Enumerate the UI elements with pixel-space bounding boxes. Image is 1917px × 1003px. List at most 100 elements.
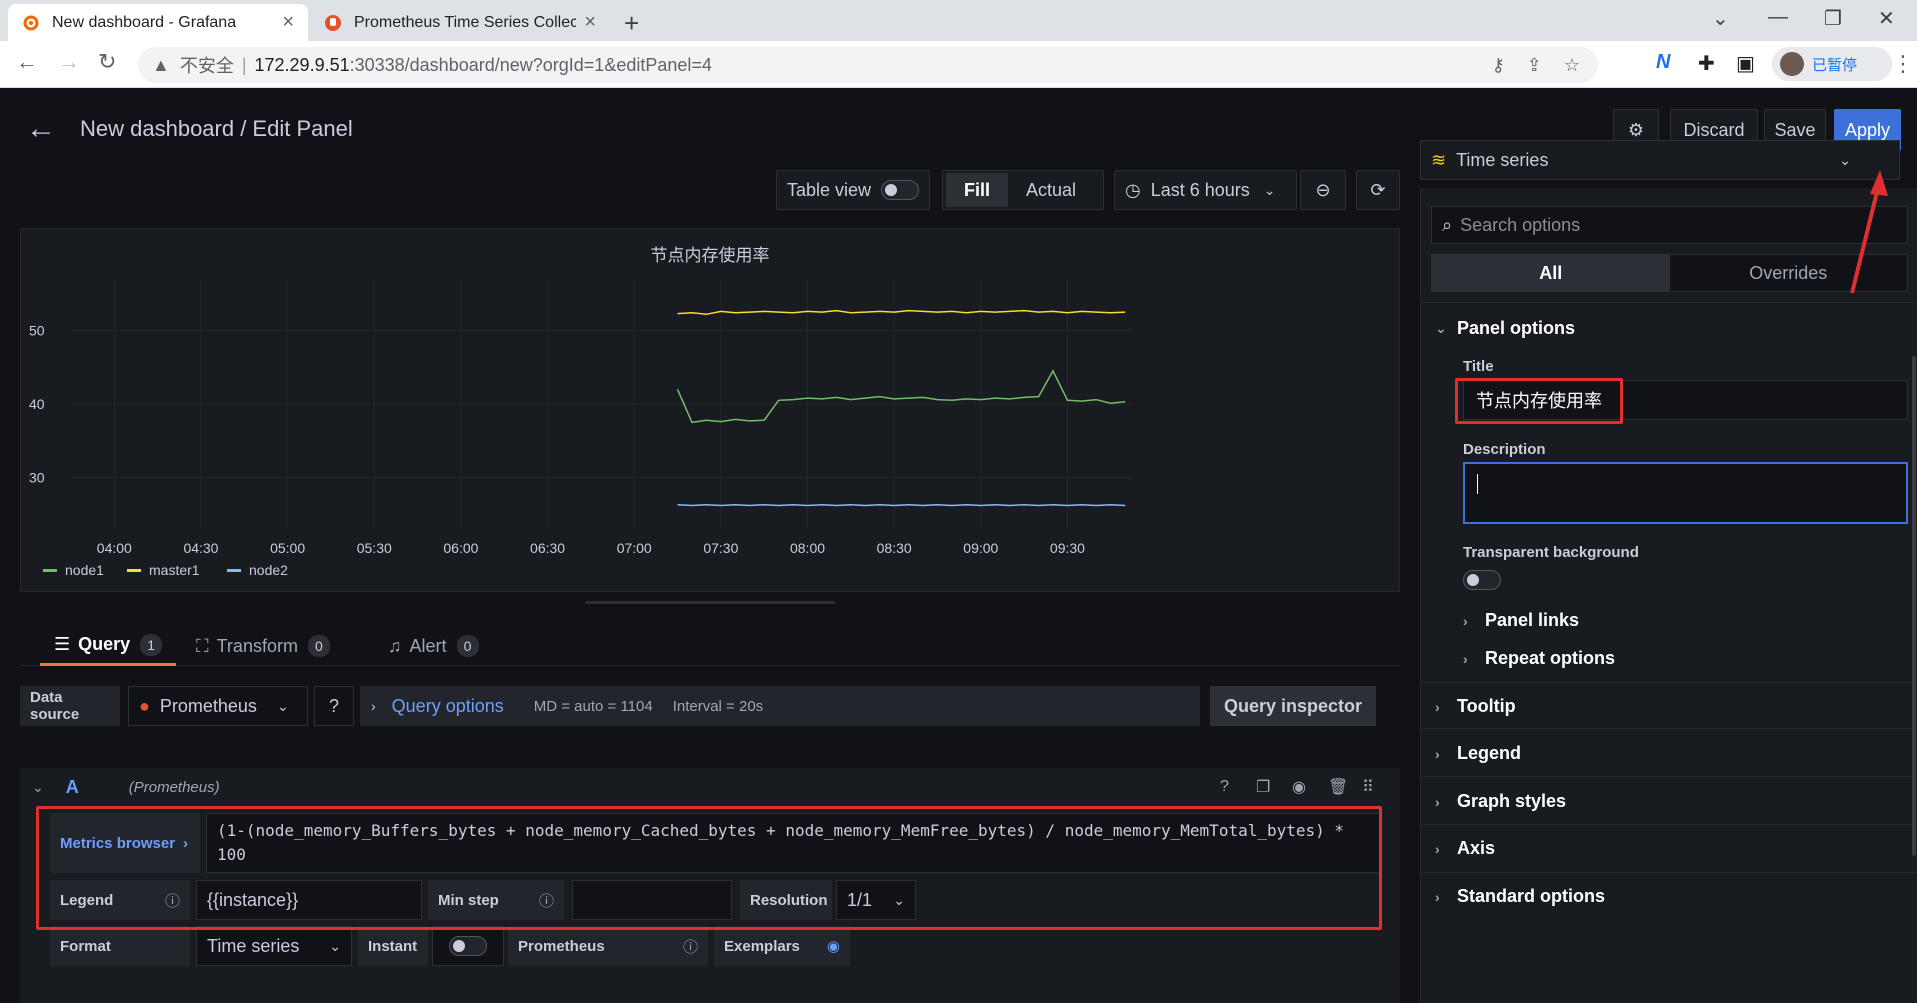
x-tick-label: 07:30 <box>703 540 738 556</box>
options-scrollbar[interactable] <box>1912 356 1916 856</box>
back-arrow-icon[interactable]: ← <box>26 112 56 146</box>
query-inspector-button[interactable]: Query inspector <box>1210 686 1376 726</box>
chevron-right-icon: › <box>371 698 376 714</box>
warning-icon[interactable]: ▲ <box>152 55 170 76</box>
datasource-name: Prometheus <box>159 695 257 716</box>
query-options-bar[interactable]: › Query options MD = auto = 1104 Interva… <box>360 686 1200 726</box>
address-bar[interactable]: ▲ 不安全 | 172.29.9.51 :30338/dashboard/new… <box>138 47 1598 83</box>
help-icon[interactable]: ? <box>1220 778 1229 796</box>
browser-tab-label: Prometheus Time Series Collec <box>354 13 577 31</box>
chevron-down-icon: ⌄ <box>1839 151 1851 168</box>
section-label: Axis <box>1457 838 1496 858</box>
panel-options-section[interactable]: ⌄ Panel options <box>1435 318 1575 339</box>
max-datapoints-info: MD = auto = 1104 <box>533 697 653 715</box>
browser-menu-icon[interactable]: ⋮ <box>1892 51 1914 77</box>
gear-icon: ⚙ <box>1627 119 1645 140</box>
instant-toggle-box <box>432 926 504 966</box>
query-ref-id[interactable]: A <box>66 777 79 798</box>
tooltip-section[interactable]: › Tooltip <box>1435 696 1516 717</box>
standard-options-section[interactable]: › Standard options <box>1435 886 1605 907</box>
transparent-bg-switch[interactable] <box>1463 570 1501 590</box>
browser-toolbar: ← → ↻ ▲ 不安全 | 172.29.9.51 :30338/dashboa… <box>0 41 1917 88</box>
restore-icon[interactable]: ❐ <box>1824 6 1842 31</box>
format-select[interactable]: Time series ⌄ <box>196 926 352 966</box>
refresh-button[interactable]: ⟳ <box>1356 170 1400 210</box>
table-view-switch[interactable] <box>881 180 919 200</box>
chevron-down-icon[interactable]: ⌄ <box>32 779 44 796</box>
profile-button[interactable]: 已暂停 <box>1772 47 1892 81</box>
close-icon[interactable]: × <box>584 11 596 34</box>
close-icon[interactable]: × <box>282 11 294 34</box>
clock-icon: ◷ <box>1125 179 1141 200</box>
eye-icon[interactable]: ◉ <box>1292 777 1306 797</box>
format-value: Time series <box>207 935 300 956</box>
puzzle-extensions-icon[interactable]: ✚ <box>1698 51 1715 76</box>
time-range-picker[interactable]: ◷ Last 6 hours ⌄ <box>1114 170 1297 210</box>
legend-item-node1: node1 <box>65 562 104 578</box>
tab-search-icon[interactable]: ⌄ <box>1712 6 1729 31</box>
eye-icon[interactable]: ◉ <box>827 937 840 955</box>
info-icon[interactable]: ⓘ <box>683 936 698 957</box>
minimize-icon[interactable]: — <box>1768 6 1788 29</box>
extension-n-icon[interactable]: N <box>1656 51 1670 74</box>
tab-transform[interactable]: ⛶ Transform 0 <box>196 626 330 666</box>
legend-swatch <box>127 569 141 572</box>
tab-overrides[interactable]: Overrides <box>1670 255 1908 291</box>
url-host: 172.29.9.51 <box>254 54 350 75</box>
exemplars-label-box: Exemplars ◉ <box>714 926 850 966</box>
table-view-toggle[interactable]: Table view <box>776 170 930 210</box>
table-view-label: Table view <box>787 179 872 200</box>
legend-section[interactable]: › Legend <box>1435 743 1521 764</box>
window-close-icon[interactable]: ✕ <box>1878 6 1895 31</box>
zoom-out-button[interactable]: ⊖ <box>1300 170 1346 210</box>
fill-option[interactable]: Fill <box>946 173 1008 207</box>
browser-tab-grafana[interactable]: New dashboard - Grafana × <box>8 4 308 41</box>
description-textarea[interactable] <box>1463 462 1908 524</box>
series-line-node2 <box>677 503 1126 507</box>
section-label: Legend <box>1457 743 1522 763</box>
bookmark-star-icon[interactable]: ☆ <box>1564 55 1580 76</box>
back-arrow-icon[interactable]: ← <box>16 49 38 75</box>
sidepanel-icon[interactable]: ▣ <box>1736 51 1755 76</box>
share-icon[interactable]: ⇪ <box>1527 55 1542 76</box>
query-datasource-name: (Prometheus) <box>128 778 220 796</box>
axis-section[interactable]: › Axis <box>1435 838 1495 859</box>
drag-handle-icon[interactable]: ⠿ <box>1362 777 1374 797</box>
y-tick-label: 50 <box>29 322 45 338</box>
chevron-right-icon: › <box>1435 840 1440 857</box>
visualization-picker[interactable]: ≋ Time series ⌄ <box>1420 140 1900 180</box>
transform-icon: ⛶ <box>196 635 209 656</box>
panel-links-section[interactable]: › Panel links <box>1463 610 1579 631</box>
forward-arrow-icon[interactable]: → <box>58 49 80 75</box>
search-options-input[interactable]: ⌕ Search options <box>1431 206 1908 244</box>
section-label: Tooltip <box>1457 696 1516 716</box>
repeat-options-section[interactable]: › Repeat options <box>1463 648 1615 669</box>
options-pane: ⌕ Search options All Overrides ⌄ Panel o… <box>1420 188 1917 1003</box>
time-series-chart[interactable]: 04:00 04:30 05:00 05:30 06:00 06:30 07:00 07:30… <box>21 229 1401 593</box>
graph-styles-section[interactable]: › Graph styles <box>1435 791 1566 812</box>
y-tick-label: 30 <box>29 470 45 486</box>
tab-all[interactable]: All <box>1432 255 1670 291</box>
tab-label: Query <box>78 634 131 654</box>
panel-resize-handle[interactable] <box>585 601 835 604</box>
text-cursor <box>1477 474 1478 494</box>
query-options-label: Query options <box>391 695 504 716</box>
instant-switch[interactable] <box>449 936 487 956</box>
browser-tab-prometheus[interactable]: Prometheus Time Series Collec × <box>310 4 610 41</box>
trash-icon[interactable]: 🗑 <box>1328 777 1348 797</box>
tab-query[interactable]: ☰ Query 1 <box>40 626 177 666</box>
tab-alert[interactable]: ♫ Alert 0 <box>388 626 479 666</box>
reload-icon[interactable]: ↻ <box>98 49 116 75</box>
x-tick-label: 08:00 <box>790 540 825 556</box>
annotation-box-query <box>36 806 1382 930</box>
key-icon[interactable]: ⚷ <box>1492 55 1505 76</box>
series-line-master1 <box>677 309 1126 316</box>
datasource-help-button[interactable]: ? <box>314 686 354 726</box>
new-tab-icon[interactable]: + <box>624 8 639 39</box>
duplicate-icon[interactable]: ❐ <box>1256 777 1270 797</box>
datasource-picker[interactable]: ● Prometheus ⌄ <box>128 686 308 726</box>
actual-option[interactable]: Actual <box>1008 173 1094 207</box>
query-row-header[interactable]: ⌄ A (Prometheus) ? ❐ ◉ 🗑 ⠿ <box>20 768 1400 806</box>
title-field-label: Title <box>1463 358 1494 375</box>
profile-label: 已暂停 <box>1812 56 1858 74</box>
